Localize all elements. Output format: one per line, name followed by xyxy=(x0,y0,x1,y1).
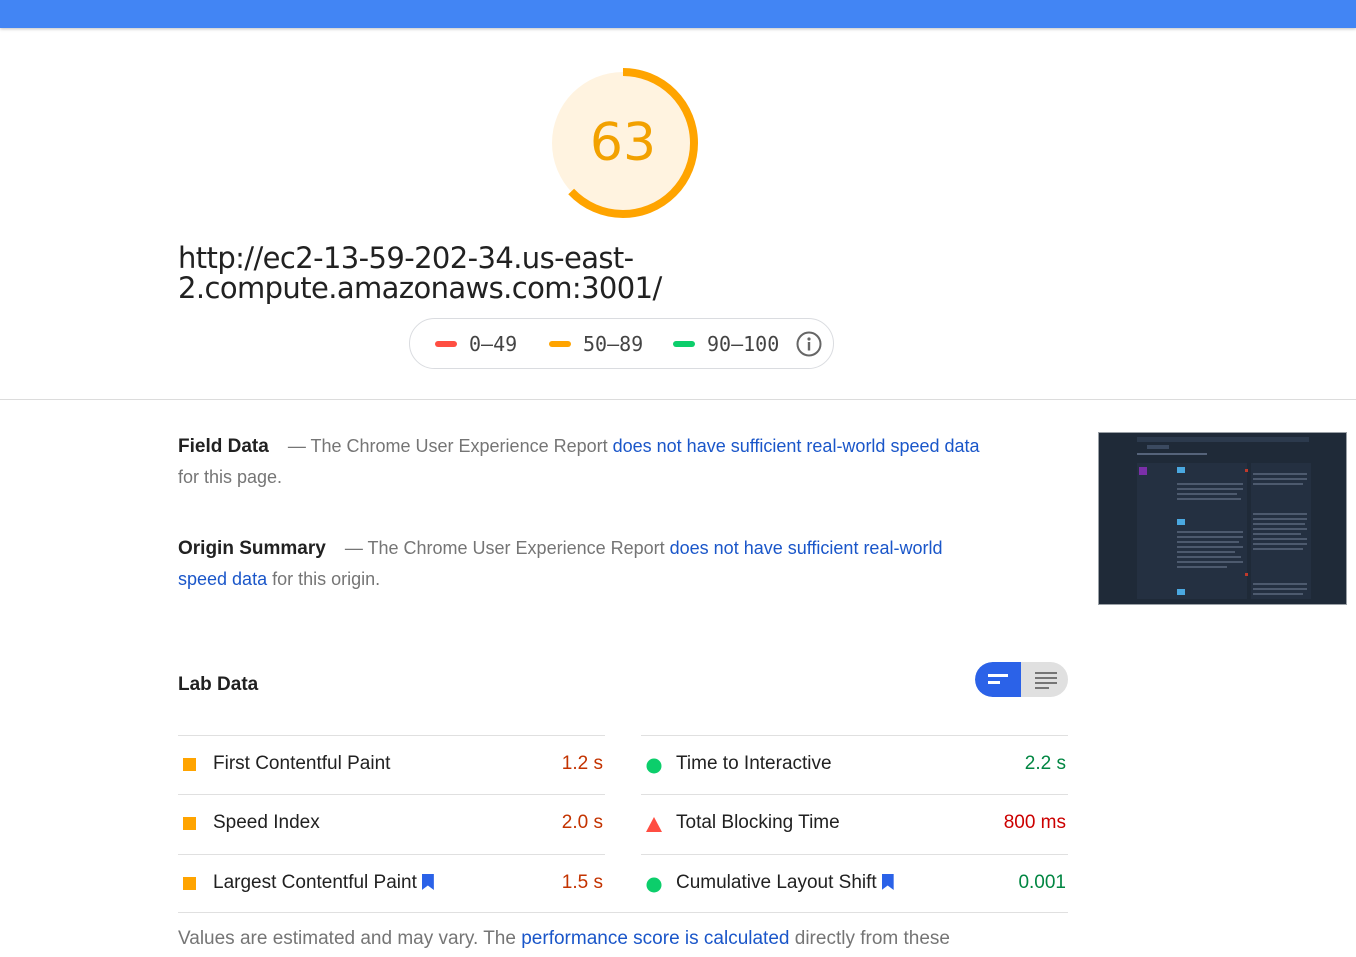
metric-label: Total Blocking Time xyxy=(676,812,840,833)
info-icon[interactable] xyxy=(796,331,822,357)
list-view-icon xyxy=(988,674,1008,684)
performance-score-gauge: 63 xyxy=(547,67,699,219)
legend-pass: 90–100 xyxy=(673,333,779,355)
metric-row: Cumulative Layout Shift 0.001 xyxy=(641,854,1068,913)
origin-summary-prefix: — The Chrome User Experience Report xyxy=(339,538,670,558)
field-data-section: Field Data — The Chrome User Experience … xyxy=(178,431,983,493)
metric-value: 0.001 xyxy=(1018,872,1066,893)
field-data-link[interactable]: does not have sufficient real-world spee… xyxy=(613,436,980,456)
list-view-button[interactable] xyxy=(975,662,1021,697)
metric-value: 2.2 s xyxy=(1024,753,1066,774)
pass-circle-icon xyxy=(646,877,662,898)
fail-swatch xyxy=(435,340,457,347)
origin-summary-section: Origin Summary — The Chrome User Experie… xyxy=(178,533,983,595)
performance-score: 63 xyxy=(589,113,657,173)
average-square-icon xyxy=(183,817,197,836)
lab-data-heading: Lab Data xyxy=(178,674,259,695)
average-square-icon xyxy=(183,877,197,896)
view-toggle[interactable] xyxy=(975,662,1068,697)
metric-row: Time to Interactive 2.2 s xyxy=(641,735,1068,794)
pass-circle-icon xyxy=(646,758,662,779)
top-bar xyxy=(0,0,1356,28)
expanded-view-button[interactable] xyxy=(1022,662,1068,697)
tested-url: http://ec2-13-59-202-34.us-east-2.comput… xyxy=(178,241,662,305)
average-square-icon xyxy=(183,758,197,777)
legend-fail-label: 0–49 xyxy=(469,332,518,356)
origin-summary-heading: Origin Summary xyxy=(178,538,326,559)
pass-swatch xyxy=(673,340,695,347)
origin-summary-suffix: for this origin. xyxy=(267,569,381,589)
fail-triangle-icon xyxy=(646,817,662,838)
page-screenshot-thumbnail[interactable] xyxy=(1098,432,1347,605)
metric-value: 1.2 s xyxy=(561,753,603,774)
score-legend: 0–49 50–89 90–100 xyxy=(409,318,834,369)
bookmark-icon xyxy=(881,874,894,890)
metric-value: 1.5 s xyxy=(561,872,603,893)
legend-average-label: 50–89 xyxy=(583,332,644,356)
footnote-prefix: Values are estimated and may vary. The xyxy=(178,928,522,949)
footnote-suffix: directly from these xyxy=(789,928,950,949)
legend-average: 50–89 xyxy=(549,333,643,355)
legend-fail: 0–49 xyxy=(435,333,517,355)
field-data-heading: Field Data xyxy=(178,436,269,457)
metric-row: Largest Contentful Paint 1.5 s xyxy=(178,854,605,913)
field-data-prefix: — The Chrome User Experience Report xyxy=(282,436,613,456)
field-data-suffix: for this page. xyxy=(178,467,283,487)
metric-label: Speed Index xyxy=(213,812,320,833)
performance-score-link[interactable]: performance score is calculated xyxy=(521,928,789,949)
metrics-bottom-divider xyxy=(178,912,1068,913)
metric-label: First Contentful Paint xyxy=(213,753,391,774)
metric-row: First Contentful Paint 1.2 s xyxy=(178,735,605,794)
metric-value: 2.0 s xyxy=(561,812,603,833)
metric-row: Speed Index 2.0 s xyxy=(178,794,605,853)
legend-pass-label: 90–100 xyxy=(707,332,780,356)
metric-label: Largest Contentful Paint xyxy=(213,872,434,894)
bookmark-icon xyxy=(421,874,434,890)
footnote: Values are estimated and may vary. The p… xyxy=(178,928,1078,950)
average-swatch xyxy=(549,340,571,347)
metric-value: 800 ms xyxy=(1003,812,1066,833)
section-divider xyxy=(0,399,1356,400)
metric-label: Cumulative Layout Shift xyxy=(676,872,894,894)
expanded-view-icon xyxy=(1035,672,1057,689)
metric-row: Total Blocking Time 800 ms xyxy=(641,794,1068,853)
metric-label: Time to Interactive xyxy=(676,753,832,774)
